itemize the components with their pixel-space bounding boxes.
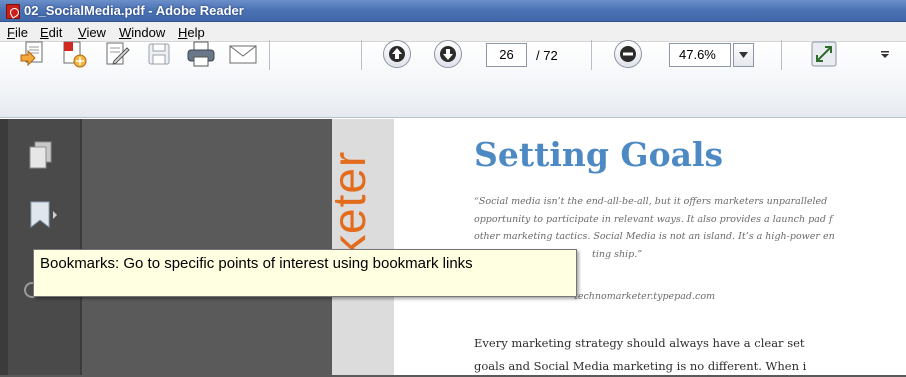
page-side-text: keter xyxy=(323,150,375,258)
bookmarks-icon xyxy=(30,201,57,229)
toolbar-separator xyxy=(591,40,592,70)
email-icon xyxy=(229,45,257,64)
page-total: / 72 xyxy=(536,48,558,63)
previous-page-button[interactable] xyxy=(383,40,411,68)
fit-window-icon xyxy=(811,41,837,67)
print-button[interactable] xyxy=(184,37,218,71)
pages-icon xyxy=(29,141,52,169)
pages-button[interactable] xyxy=(26,139,58,173)
overflow-icon xyxy=(881,51,889,58)
toolbar-separator xyxy=(361,40,362,70)
chevron-down-icon xyxy=(739,52,748,58)
quote-line: opportunity to participate in relevant w… xyxy=(474,213,833,225)
bookmarks-tooltip: Bookmarks: Go to specific points of inte… xyxy=(33,249,577,297)
menu-bar: File Edit View Window Help xyxy=(0,22,906,42)
toolbar-separator xyxy=(269,40,270,70)
navigation-panel xyxy=(82,119,332,377)
next-page-icon xyxy=(440,46,456,62)
create-pdf-icon xyxy=(63,41,87,68)
body-line: Every marketing strategy should always h… xyxy=(474,336,805,350)
zoom-out-button[interactable] xyxy=(614,40,642,68)
zoom-level-input[interactable]: 47.6% xyxy=(669,43,731,67)
navigation-rail xyxy=(0,119,8,377)
edit-icon xyxy=(106,42,130,65)
save-button[interactable] xyxy=(142,37,176,71)
zoom-out-icon xyxy=(620,46,636,62)
save-icon xyxy=(148,43,170,65)
zoom-dropdown-button[interactable] xyxy=(733,43,754,67)
email-button[interactable] xyxy=(226,37,260,71)
bookmarks-button[interactable] xyxy=(26,199,66,233)
window-title: 02_SocialMedia.pdf - Adobe Reader xyxy=(24,3,244,18)
document-page: Setting Goals “Social media isn’t the en… xyxy=(394,119,906,377)
fit-window-button[interactable] xyxy=(806,37,842,71)
create-pdf-button[interactable] xyxy=(57,37,91,71)
open-icon xyxy=(20,41,43,67)
quote-line: other marketing tactics. Social Media is… xyxy=(474,231,835,242)
navigation-divider[interactable] xyxy=(80,119,82,377)
print-icon xyxy=(187,41,215,67)
body-text: Every marketing strategy should always h… xyxy=(474,332,906,377)
previous-page-icon xyxy=(389,46,405,62)
edit-button[interactable] xyxy=(100,37,134,71)
toolbar-overflow-button[interactable] xyxy=(870,37,900,71)
body-line: goals and Social Media marketing is no d… xyxy=(474,359,807,373)
open-button[interactable] xyxy=(16,37,50,71)
adobe-reader-icon xyxy=(6,4,20,19)
quote-line: “Social media isn’t the end-all-be-all, … xyxy=(474,196,828,207)
quote-attribution: technomarketer.typepad.com xyxy=(574,291,716,302)
page-number-input[interactable]: 26 xyxy=(486,43,527,67)
next-page-button[interactable] xyxy=(434,40,462,68)
toolbar-separator xyxy=(781,40,782,70)
title-bar: 02_SocialMedia.pdf - Adobe Reader xyxy=(0,0,906,22)
page-title: Setting Goals xyxy=(474,135,724,174)
